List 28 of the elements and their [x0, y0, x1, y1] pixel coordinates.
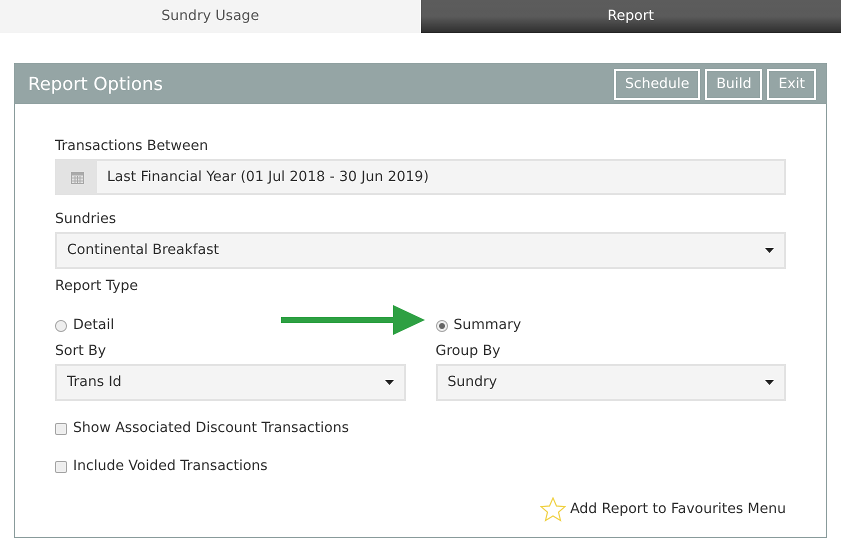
arrow-icon	[278, 304, 426, 336]
caret-icon	[765, 380, 774, 385]
date-range-field[interactable]: Last Financial Year (01 Jul 2018 - 30 Jun 2019)	[55, 159, 786, 195]
field-label: Report Type	[55, 277, 140, 296]
radio-option[interactable]: Summary	[436, 315, 522, 336]
add-favourites-link[interactable]: Add Report to Favourites Menu	[540, 497, 786, 522]
calendar-icon	[70, 170, 84, 184]
radio-option[interactable]: Detail	[55, 315, 114, 336]
field-label: Group By	[436, 342, 502, 361]
star-icon	[540, 497, 566, 522]
group-by-select[interactable]: Sundry	[436, 364, 786, 401]
caret-icon	[384, 380, 394, 385]
checkbox[interactable]	[55, 422, 67, 434]
sundries-select[interactable]: Continental Breakfast	[55, 232, 786, 269]
tab[interactable]: Sundry Usage	[0, 0, 420, 33]
checkbox[interactable]	[55, 460, 67, 472]
field-label: Transactions Between	[55, 137, 210, 156]
radio-button[interactable]	[55, 320, 67, 332]
checkbox-option[interactable]: Include Voided Transactions	[55, 456, 786, 477]
caret-icon	[765, 248, 774, 253]
date-range-value: Last Financial Year (01 Jul 2018 - 30 Jun 2019)	[106, 168, 429, 186]
field-label: Sundries	[55, 210, 118, 229]
radio-button[interactable]	[436, 320, 448, 332]
tab[interactable]: Report	[420, 0, 841, 33]
sort-by-select[interactable]: Trans Id	[55, 364, 406, 401]
panel-title: Report Options	[28, 72, 163, 96]
checkbox-option[interactable]: Show Associated Discount Transactions	[55, 418, 786, 439]
field-label: Sort By	[55, 342, 108, 361]
